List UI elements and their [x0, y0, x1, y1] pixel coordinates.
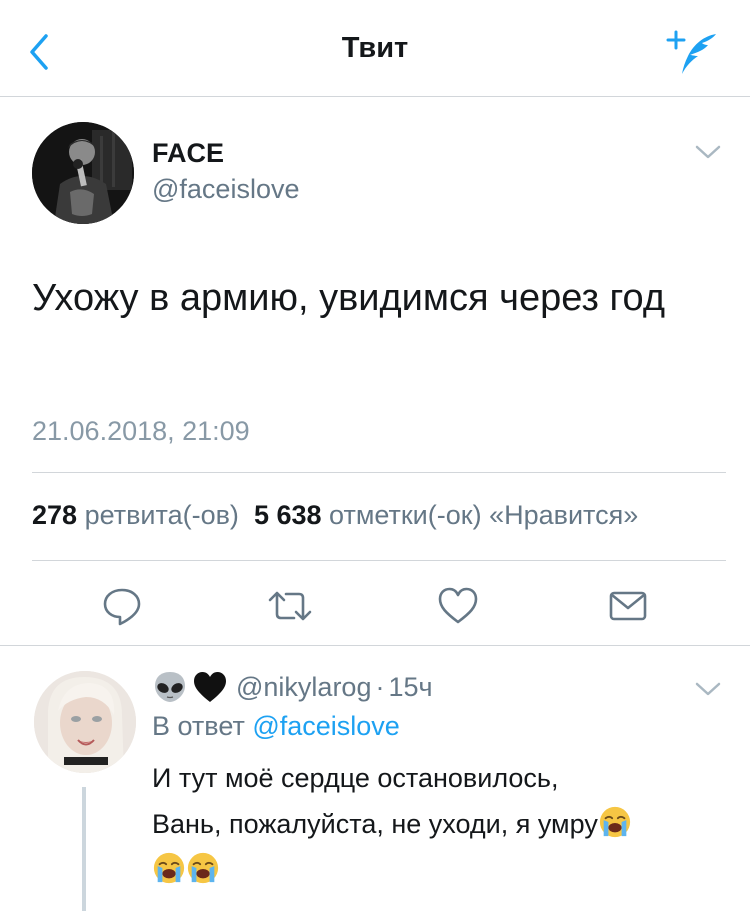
- heart-icon: [438, 587, 478, 624]
- tweet-stats: 278 ретвита(-ов) 5 638 отметки(-ок) «Нра…: [32, 500, 750, 531]
- author-name[interactable]: FACE: [152, 138, 224, 169]
- retweet-button[interactable]: [258, 576, 322, 636]
- likes-label: отметки(-ок) «Нравится»: [329, 500, 639, 530]
- crying-face-emoji: [153, 852, 185, 884]
- reply-text-line2: Вань, пожалуйста, не уходи, я умру: [152, 809, 598, 839]
- reply-handle[interactable]: @nikylarog: [236, 672, 371, 703]
- tweet-menu-button[interactable]: [694, 142, 722, 162]
- like-button[interactable]: [426, 576, 490, 636]
- replying-to-label: В ответ: [152, 711, 245, 741]
- chevron-down-icon: [695, 145, 721, 159]
- divider: [32, 472, 726, 473]
- thread-line: [82, 787, 86, 911]
- tweet-text: Ухожу в армию, увидимся через год: [32, 277, 666, 319]
- reply-separator: ·: [375, 671, 385, 702]
- reply-menu-button[interactable]: [694, 679, 722, 699]
- avatar-photo: [32, 122, 134, 224]
- retweets-stat[interactable]: 278 ретвита(-ов): [32, 500, 239, 530]
- reply-bubble-icon: [103, 588, 141, 626]
- retweet-icon: [268, 591, 312, 621]
- retweets-count: 278: [32, 500, 78, 530]
- reply-header: @nikylarog · 15ч: [152, 667, 433, 707]
- alien-emoji: [155, 672, 185, 702]
- reply-text: И тут моё сердце остановилось, Вань, пож…: [152, 755, 732, 893]
- crying-face-emoji: [187, 852, 219, 884]
- reply-avatar[interactable]: [34, 671, 136, 773]
- divider: [32, 560, 726, 561]
- reply-text-line1: И тут моё сердце остановилось,: [152, 763, 559, 793]
- share-button[interactable]: [596, 576, 660, 636]
- envelope-icon: [609, 591, 647, 621]
- likes-stat[interactable]: 5 638 отметки(-ок) «Нравится»: [254, 500, 638, 530]
- compose-tweet-icon: [666, 30, 716, 74]
- author-handle[interactable]: @faceislove: [152, 174, 299, 205]
- likes-count: 5 638: [253, 500, 322, 530]
- page-title: Твит: [341, 32, 409, 64]
- navigation-bar: Твит: [0, 0, 750, 97]
- tweet-timestamp: 21.06.2018, 21:09: [32, 416, 250, 446]
- main-tweet: FACE @faceislove Ухожу в армию, увидимся…: [0, 98, 750, 646]
- reply-tweet[interactable]: @nikylarog · 15ч В ответ @faceislove И т…: [0, 647, 750, 911]
- reply-button[interactable]: [90, 576, 154, 636]
- replying-to-mention[interactable]: @faceislove: [252, 711, 399, 741]
- author-avatar[interactable]: [32, 122, 134, 224]
- black-heart-emoji: [194, 672, 226, 702]
- reply-time: 15ч: [388, 671, 433, 702]
- compose-tweet-button[interactable]: [664, 28, 720, 78]
- chevron-down-icon: [695, 682, 721, 696]
- crying-face-emoji: [599, 806, 630, 838]
- replying-to: В ответ @faceislove: [152, 711, 400, 742]
- retweets-label: ретвита(-ов): [84, 500, 239, 530]
- tweet-actions: [0, 576, 750, 636]
- avatar-photo: [34, 671, 136, 773]
